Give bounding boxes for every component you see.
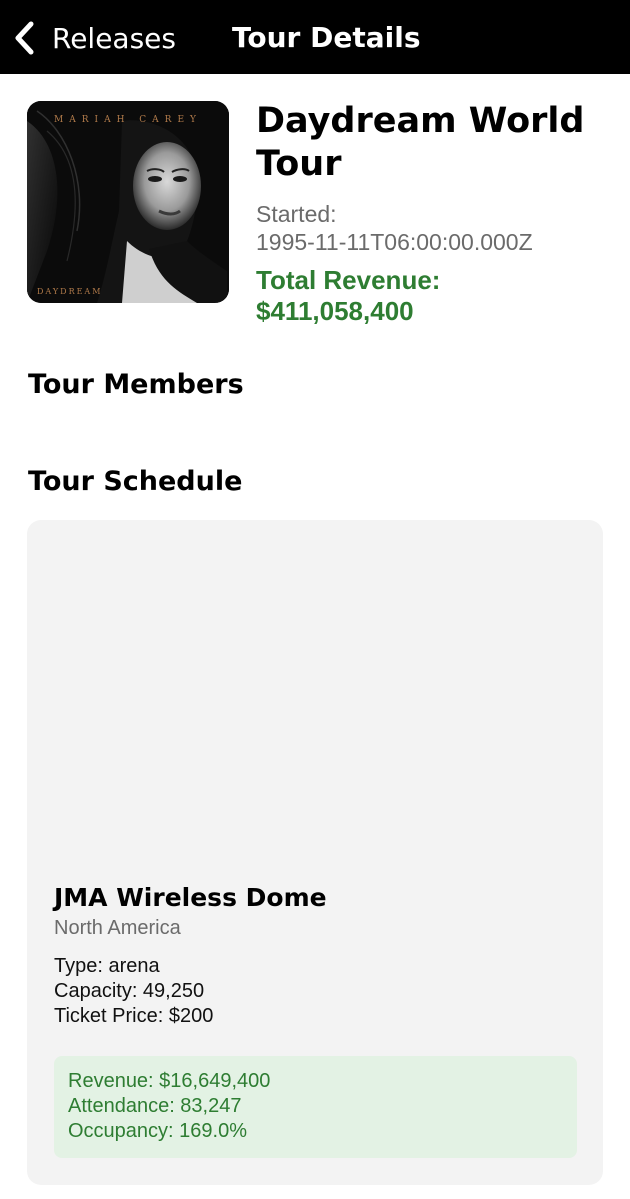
venue-name: JMA Wireless Dome [54, 883, 327, 912]
album-cover: MARIAH CAREY DAYDREAM [27, 101, 229, 303]
started-value: 1995-11-11T06:00:00.000Z [256, 229, 533, 255]
tour-title: Daydream World Tour [256, 101, 585, 184]
chevron-left-icon [15, 21, 34, 55]
schedule-card[interactable]: JMA Wireless Dome North America Type: ar… [27, 520, 603, 1185]
tour-members-heading: Tour Members [28, 369, 244, 400]
ticket-price: Ticket Price: $200 [54, 1005, 214, 1027]
started-label: Started: [256, 201, 337, 227]
stat-occupancy: Occupancy: 169.0% [68, 1120, 247, 1142]
back-button-label[interactable]: Releases [52, 22, 176, 55]
stat-revenue: Revenue: $16,649,400 [68, 1070, 271, 1092]
total-revenue-label: Total Revenue: [256, 265, 441, 295]
navigation-bar: Releases Tour Details [0, 0, 630, 74]
stats-box: Revenue: $16,649,400 Attendance: 83,247 … [54, 1056, 577, 1158]
total-revenue-value: $411,058,400 [256, 296, 414, 326]
venue-type: Type: arena [54, 955, 160, 977]
album-artist-text: MARIAH CAREY [54, 115, 202, 125]
album-name-text: DAYDREAM [37, 287, 102, 296]
venue-capacity: Capacity: 49,250 [54, 980, 205, 1002]
tour-schedule-heading: Tour Schedule [28, 466, 243, 497]
stat-attendance: Attendance: 83,247 [68, 1095, 242, 1117]
back-button[interactable]: Releases [12, 18, 176, 58]
venue-region: North America [54, 917, 181, 939]
page-title: Tour Details [232, 21, 421, 54]
